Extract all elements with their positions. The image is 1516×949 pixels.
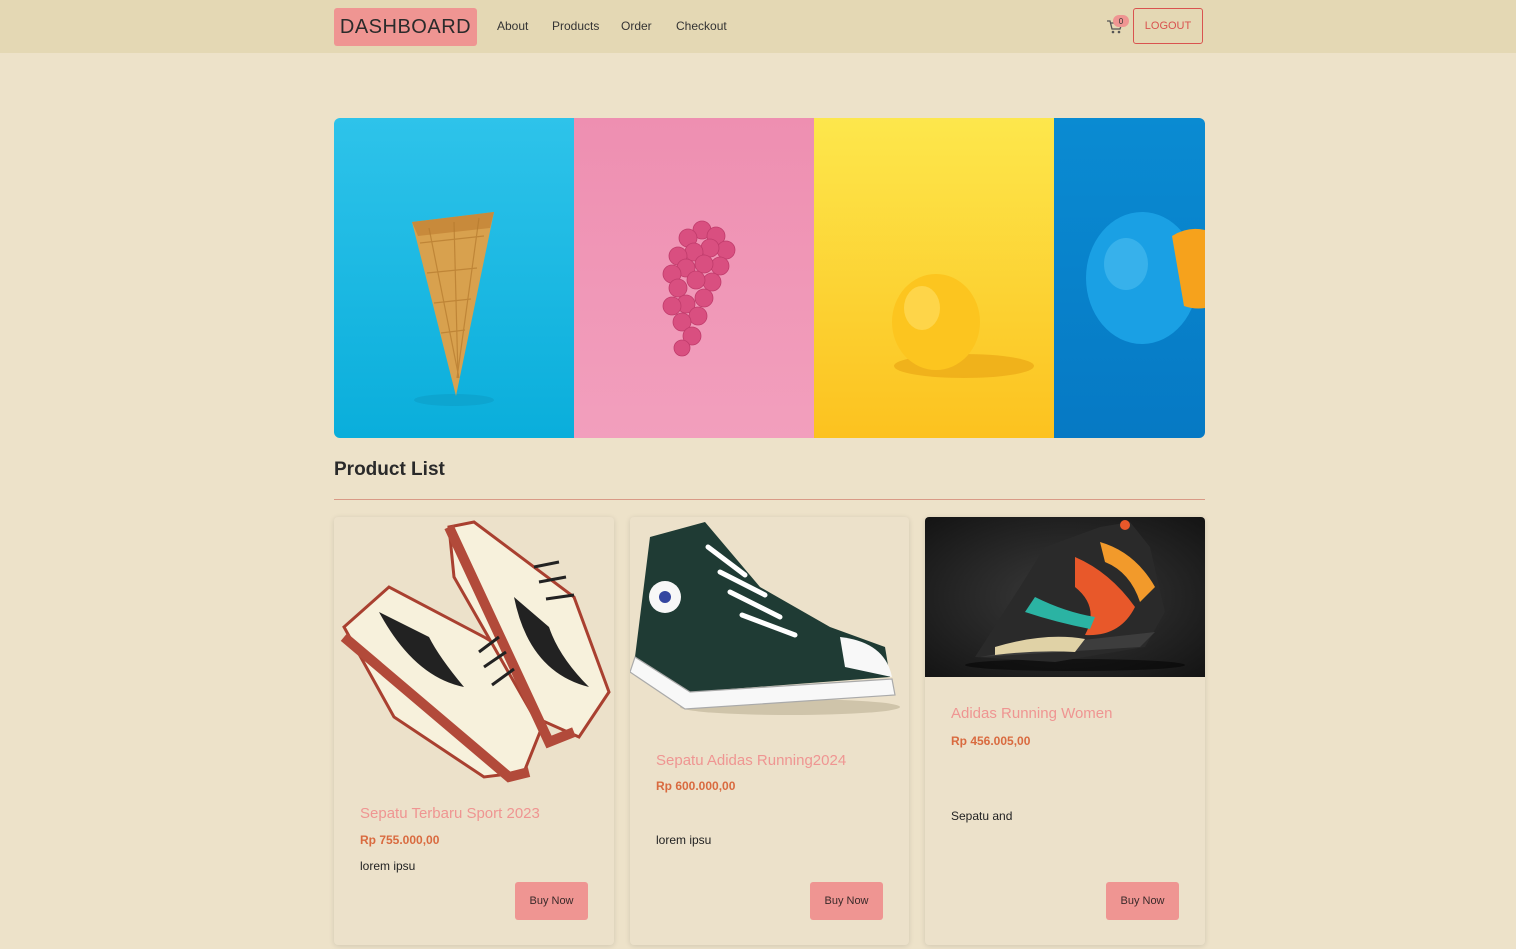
cart-count-badge: 0	[1113, 15, 1129, 27]
product-image-hightop	[630, 522, 900, 715]
yellow-lemon-image	[892, 274, 1034, 378]
brand-logo[interactable]: DASHBOARD	[334, 8, 477, 46]
product-card: Sepatu Adidas Running2024 Rp 600.000,00 …	[630, 517, 909, 945]
slide-lemon	[814, 118, 1054, 438]
product-image-sneakers	[340, 520, 611, 783]
nav-link-about[interactable]: About	[497, 19, 528, 33]
buy-now-button[interactable]: Buy Now	[515, 882, 588, 920]
product-name[interactable]: Adidas Running Women	[951, 705, 1112, 722]
divider	[334, 499, 1205, 500]
nav-link-products[interactable]: Products	[552, 19, 599, 33]
product-description: lorem ipsu	[360, 859, 416, 873]
nav-link-order[interactable]: Order	[621, 19, 652, 33]
section-title: Product List	[334, 459, 445, 480]
buy-now-button[interactable]: Buy Now	[1106, 882, 1179, 920]
slide-orange	[1054, 118, 1205, 438]
product-description: lorem ipsu	[656, 833, 712, 847]
hero-carousel[interactable]	[334, 118, 1205, 438]
slide-ice-cream	[334, 118, 574, 438]
slide-grapes	[574, 118, 814, 438]
blue-orange-image	[1086, 212, 1205, 344]
product-card: Adidas Running Women Rp 456.005,00 Sepat…	[925, 517, 1205, 945]
pink-grapes-image	[662, 220, 736, 357]
product-price: Rp 456.005,00	[951, 734, 1031, 748]
product-image-running-shoe	[925, 517, 1205, 677]
product-description: Sepatu and	[951, 809, 1013, 823]
product-name[interactable]: Sepatu Terbaru Sport 2023	[360, 805, 540, 822]
navbar: DASHBOARD About Products Order Checkout …	[0, 0, 1516, 53]
buy-now-button[interactable]: Buy Now	[810, 882, 883, 920]
product-name[interactable]: Sepatu Adidas Running2024	[656, 752, 846, 769]
nav-link-checkout[interactable]: Checkout	[676, 19, 727, 33]
product-price: Rp 755.000,00	[360, 833, 440, 847]
logout-button[interactable]: LOGOUT	[1133, 8, 1203, 44]
product-price: Rp 600.000,00	[656, 779, 736, 793]
product-card: Sepatu Terbaru Sport 2023 Rp 755.000,00 …	[334, 517, 614, 945]
ice-cream-cone-image	[412, 212, 494, 406]
